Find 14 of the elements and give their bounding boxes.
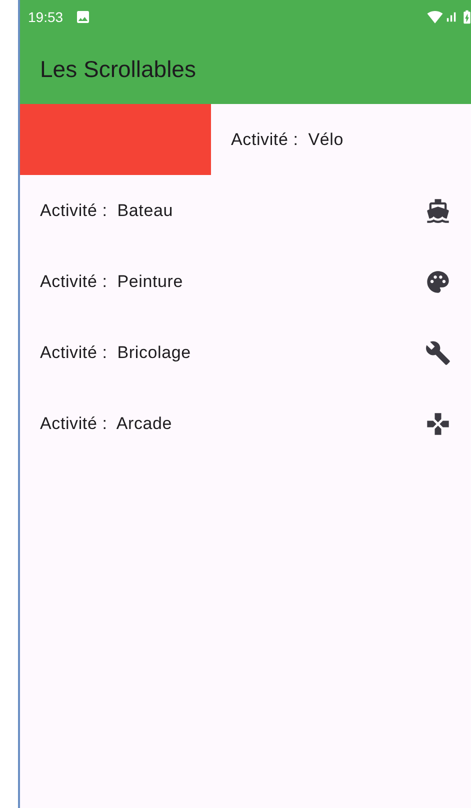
gamepad-icon — [425, 410, 451, 436]
signal-icon — [444, 10, 458, 24]
image-icon — [75, 9, 92, 25]
app-title: Les Scrollables — [40, 56, 196, 82]
activity-label[interactable]: Activité : Bateau — [40, 200, 173, 220]
boat-icon — [425, 198, 451, 224]
activity-label[interactable]: Activité : Peinture — [40, 272, 184, 292]
status-time: 19:53 — [28, 9, 64, 25]
activity-label[interactable]: Activité : Vélo — [231, 130, 344, 150]
activity-label[interactable]: Activité : Bricolage — [40, 342, 191, 362]
wifi-icon — [427, 9, 443, 25]
palette-icon — [425, 268, 451, 294]
wrench-icon — [425, 340, 451, 366]
activity-label[interactable]: Activité : Arcade — [40, 414, 172, 434]
